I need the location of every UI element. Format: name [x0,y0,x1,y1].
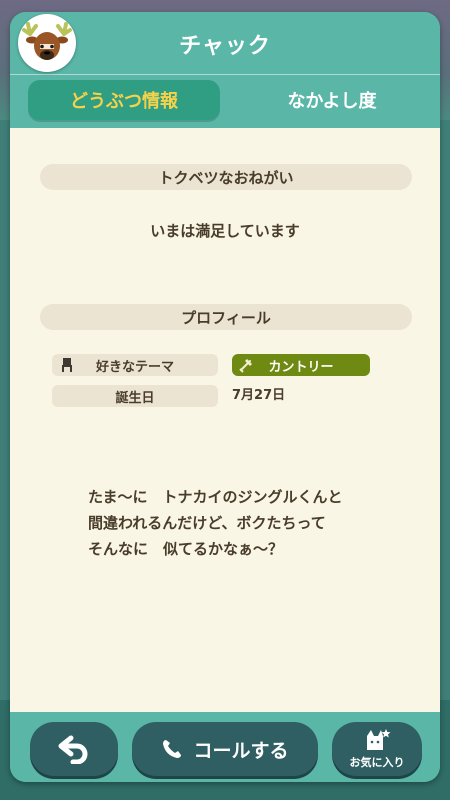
broom-icon [239,359,252,373]
chair-icon [62,358,72,372]
phone-icon [163,740,182,758]
favorite-theme-value-text: カントリー [268,359,334,375]
villager-name: チャック [179,34,271,59]
favorite-theme-label: 好きなテーマ [52,354,218,376]
profile-section-header: プロフィール [40,304,412,330]
header: チャック [10,12,440,75]
back-button[interactable] [30,722,118,776]
birthday-value: 7月27日 [232,388,286,403]
wish-section-header: トクベツなおねがい [40,164,412,190]
villager-card: チャック どうぶつ情報 なかよし度 トクベツなおねがい いまは満足しています プ… [10,12,440,782]
tab-friendship[interactable]: なかよし度 [242,80,422,120]
birthday-label-text: 誕生日 [115,390,155,406]
call-button-label: コールする [193,739,289,762]
tab-bar: どうぶつ情報 なかよし度 [10,78,440,126]
content-panel: トクベツなおねがい いまは満足しています プロフィール 好きなテーマ カントリー… [10,128,440,722]
wish-text: いまは満足しています [150,222,300,240]
bottom-bar: コールする お気に入り [10,712,440,782]
favorite-theme-value: カントリー [232,354,370,376]
favorite-button[interactable]: お気に入り [332,722,422,776]
cat-star-icon [367,729,391,750]
birthday-label: 誕生日 [52,385,218,407]
back-arrow-icon [58,735,88,764]
villager-quote: たま〜に トナカイのジングルくんと 間違われるんだけど、ボクたちって そんなに … [88,488,343,558]
favorite-theme-label-text: 好きなテーマ [95,359,174,375]
favorite-button-label: お気に入り [349,756,405,769]
tab-villager-info[interactable]: どうぶつ情報 [28,80,220,120]
call-button[interactable]: コールする [132,722,318,776]
